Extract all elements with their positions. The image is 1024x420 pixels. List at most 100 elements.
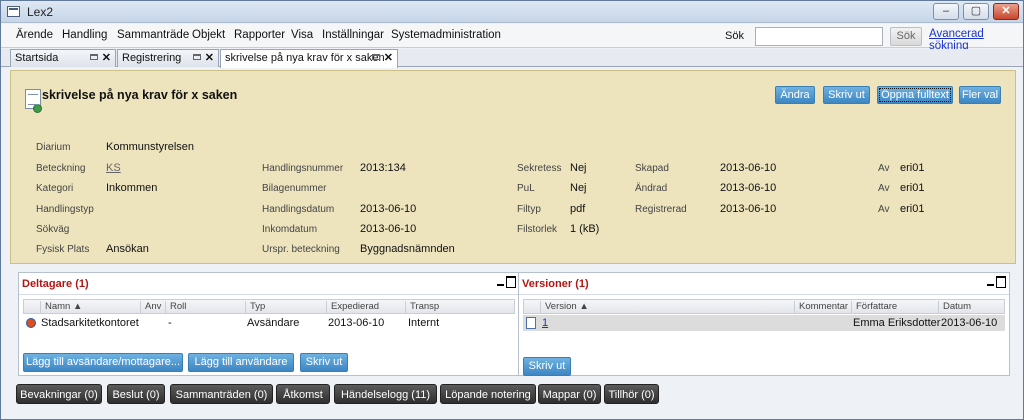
tab-bevakningar[interactable]: Bevakningar (0) (16, 384, 102, 404)
title-bar: Lex2 – ▢ ✕ (1, 1, 1023, 23)
menu-bar: Ärende Handling Sammanträde Objekt Rappo… (1, 24, 1023, 52)
close-tab-icon[interactable]: ✕ (102, 51, 111, 64)
skapad-value: 2013-06-10 (720, 162, 777, 174)
bilagenummer-label: Bilagenummer (262, 183, 327, 194)
av-skapad-value: eri01 (900, 162, 925, 174)
tab-lopande-notering[interactable]: Löpande notering (440, 384, 536, 404)
search-button[interactable]: Sök (890, 27, 922, 46)
tab-handelselogg[interactable]: Händelselogg (11) (334, 384, 437, 404)
window-icon[interactable] (372, 54, 380, 60)
column-datum[interactable]: Datum (938, 301, 1008, 313)
inkomdatum-label: Inkomdatum (262, 224, 318, 235)
tab-startsida[interactable]: Startsida ✕ (10, 49, 116, 67)
beteckning-link[interactable]: KS (106, 162, 121, 174)
add-sender-recipient-button[interactable]: Lägg till avsändare/mottagare... (23, 353, 183, 372)
maximize-button[interactable]: ▢ (963, 3, 989, 20)
tab-beslut[interactable]: Beslut (0) (107, 384, 165, 404)
registrerad-label: Registrerad (635, 204, 687, 215)
av-registrerad-value: eri01 (900, 203, 925, 215)
sekretess-value: Nej (570, 162, 587, 174)
filstorlek-value: 1 (kB) (570, 223, 600, 235)
cell-roll: - (168, 317, 172, 329)
menu-objekt[interactable]: Objekt (192, 29, 225, 41)
av-label: Av (878, 163, 890, 174)
open-fulltext-button[interactable]: Öppna fulltext (877, 86, 953, 104)
filstorlek-label: Filstorlek (517, 224, 558, 235)
cell-datum: 2013-06-10 (941, 317, 998, 329)
tab-sammantraden[interactable]: Sammanträden (0) (170, 384, 273, 404)
column-typ[interactable]: Typ (245, 301, 326, 313)
column-expedierad[interactable]: Expedierad (326, 301, 405, 313)
fysisk-plats-label: Fysisk Plats (36, 244, 90, 255)
diarium-value: Kommunstyrelsen (106, 141, 195, 153)
skapad-label: Skapad (635, 163, 669, 174)
av-andrad-value: eri01 (900, 182, 925, 194)
menu-sammantrade[interactable]: Sammanträde (117, 29, 189, 41)
tab-atkomst[interactable]: Åtkomst (276, 384, 330, 404)
close-button[interactable]: ✕ (993, 3, 1019, 20)
print-button[interactable]: Skriv ut (823, 86, 870, 104)
menu-arende[interactable]: Ärende (16, 29, 53, 41)
sort-asc-icon: ▲ (72, 301, 83, 312)
beteckning-label: Beteckning (36, 163, 86, 174)
tab-registrering[interactable]: Registrering ✕ (117, 49, 219, 67)
document-view: skrivelse på nya krav för x saken Ändra … (10, 68, 1016, 416)
minimize-maximize-icon[interactable] (987, 276, 1006, 288)
column-kommentar[interactable]: Kommentar (794, 301, 851, 313)
handlingsnummer-label: Handlingsnummer (262, 163, 344, 174)
column-namn[interactable]: Namn ▲ (40, 301, 140, 313)
table-header: Version ▲ Kommentar Författare Datum (523, 299, 1005, 314)
window-icon[interactable] (193, 54, 201, 60)
versioner-panel: Versioner (1) Version ▲ Kommentar Förfat… (518, 272, 1010, 376)
minimize-maximize-icon[interactable] (497, 276, 516, 288)
menu-systemadministration[interactable]: Systemadministration (391, 29, 501, 41)
add-user-button[interactable]: Lägg till användare (188, 353, 294, 372)
status-dot-icon (33, 104, 42, 113)
cell-namn: Stadsarkitetkontoret (41, 317, 139, 329)
registrerad-value: 2013-06-10 (720, 203, 777, 215)
menu-visa[interactable]: Visa (291, 29, 313, 41)
column-version[interactable]: Version ▲ (540, 301, 794, 313)
cell-forfattare: Emma Eriksdotter (853, 317, 941, 329)
panel-title: Versioner (1) (522, 278, 589, 290)
av-label: Av (878, 183, 890, 194)
table-row[interactable]: 1 Emma Eriksdotter 2013-06-10 (523, 315, 1005, 331)
window-icon[interactable] (90, 54, 98, 60)
cell-typ: Avsändare (247, 317, 300, 329)
app-icon (7, 6, 20, 17)
tab-document[interactable]: skrivelse på nya krav för x saken ✕ (220, 49, 398, 68)
table-header: Namn ▲ Anv Roll Typ Expedierad Transp (23, 299, 515, 314)
menu-installningar[interactable]: Inställningar (322, 29, 384, 41)
document-icon (25, 89, 42, 113)
tab-mappar[interactable]: Mappar (0) (538, 384, 601, 404)
panel-title: Deltagare (1) (22, 278, 89, 290)
fysisk-plats-value: Ansökan (106, 243, 149, 255)
close-tab-icon[interactable]: ✕ (384, 51, 393, 64)
tab-label: Startsida (15, 52, 59, 64)
tab-tillhor[interactable]: Tillhör (0) (604, 384, 659, 404)
tab-label: skrivelse på nya krav för x saken (225, 52, 385, 64)
table-row[interactable]: Stadsarkitetkontoret - Avsändare 2013-06… (23, 315, 515, 331)
minimize-button[interactable]: – (933, 3, 959, 20)
column-anv[interactable]: Anv (140, 301, 165, 313)
print-participants-button[interactable]: Skriv ut (300, 353, 348, 372)
pul-label: PuL (517, 183, 535, 194)
kategori-value: Inkommen (106, 182, 158, 194)
column-transp[interactable]: Transp (405, 301, 475, 313)
handlingstyp-label: Handlingstyp (36, 204, 94, 215)
av-label: Av (878, 204, 890, 215)
column-roll[interactable]: Roll (165, 301, 245, 313)
column-label: Version (545, 301, 577, 312)
document-detail-panel: skrivelse på nya krav för x saken Ändra … (10, 70, 1016, 264)
tab-label: Registrering (122, 52, 182, 64)
close-tab-icon[interactable]: ✕ (205, 51, 214, 64)
column-forfattare[interactable]: Författare (851, 301, 938, 313)
menu-handling[interactable]: Handling (62, 29, 107, 41)
more-options-button[interactable]: Fler val (959, 86, 1001, 104)
print-versions-button[interactable]: Skriv ut (523, 357, 571, 376)
edit-button[interactable]: Ändra (775, 86, 815, 104)
version-link[interactable]: 1 (542, 317, 548, 329)
search-input[interactable] (755, 27, 883, 46)
menu-rapporter[interactable]: Rapporter (234, 29, 285, 41)
sokvag-label: Sökväg (36, 224, 70, 235)
